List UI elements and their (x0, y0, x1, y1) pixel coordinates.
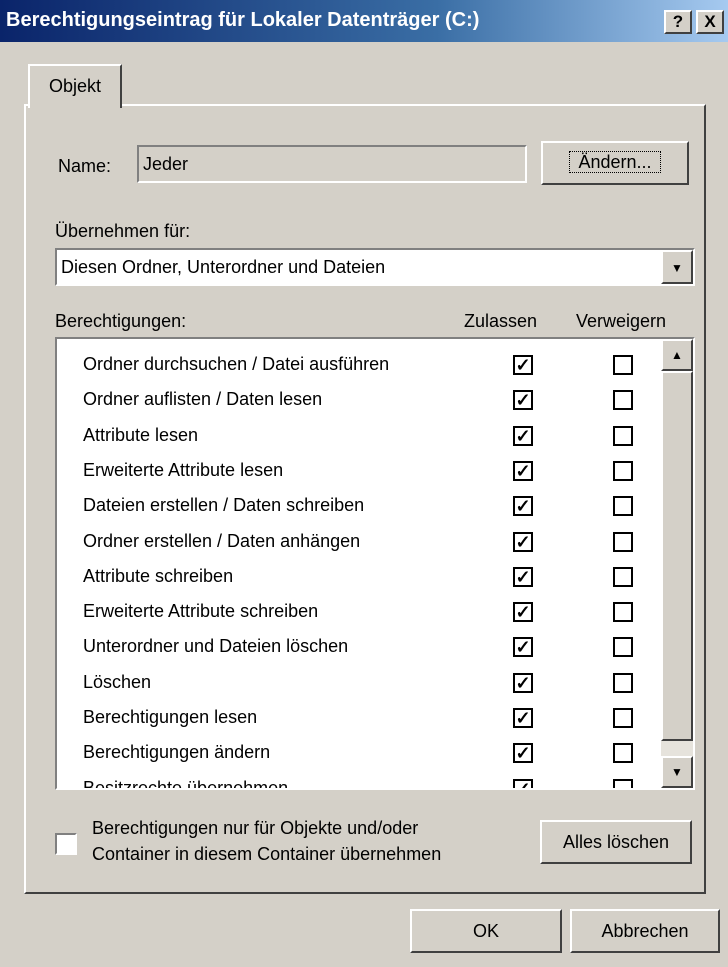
deny-checkbox[interactable] (613, 460, 633, 481)
dropdown-arrow-button[interactable]: ▼ (661, 250, 693, 284)
permission-name: Besitzrechte übernehmen (83, 777, 289, 790)
permission-name: Ordner erstellen / Daten anhängen (83, 530, 361, 551)
allow-checkbox[interactable]: ✓ (513, 672, 533, 693)
chevron-down-icon: ▼ (671, 261, 683, 275)
allow-checkbox[interactable]: ✓ (513, 602, 533, 623)
apply-to-select[interactable]: Diesen Ordner, Unterordner und Dateien ▼ (55, 248, 695, 286)
permission-row: Erweiterte Attribute lesen ✓ (57, 453, 657, 489)
close-button[interactable]: X (696, 10, 724, 34)
inherit-checkbox[interactable] (55, 833, 77, 855)
deny-checkbox[interactable] (613, 531, 633, 552)
chevron-down-icon: ▼ (671, 765, 683, 779)
deny-checkbox[interactable] (613, 496, 633, 517)
allow-checkbox[interactable]: ✓ (513, 566, 533, 587)
permission-name: Ordner durchsuchen / Datei ausführen (83, 354, 390, 374)
permission-row: Löschen ✓ (57, 665, 657, 701)
change-button-label: Ändern... (569, 151, 661, 173)
permission-name: Unterordner und Dateien löschen (83, 636, 349, 657)
permission-name: Löschen (83, 671, 152, 692)
scroll-down-button[interactable]: ▼ (661, 756, 693, 788)
permission-row: Besitzrechte übernehmen ✓ (57, 771, 657, 790)
allow-checkbox[interactable]: ✓ (513, 496, 533, 517)
allow-checkbox[interactable]: ✓ (513, 743, 533, 764)
allow-checkbox[interactable]: ✓ (513, 425, 533, 446)
name-field: Jeder (137, 145, 527, 183)
permission-name: Erweiterte Attribute lesen (83, 459, 284, 480)
permission-name: Attribute lesen (83, 424, 199, 445)
scroll-thumb[interactable] (661, 371, 693, 741)
deny-checkbox[interactable] (613, 566, 633, 587)
permission-name: Ordner auflisten / Daten lesen (83, 389, 323, 410)
allow-column-header: Zulassen (464, 311, 538, 331)
deny-checkbox[interactable] (613, 355, 633, 375)
deny-checkbox[interactable] (613, 602, 633, 623)
deny-checkbox[interactable] (613, 637, 633, 658)
permission-row: Dateien erstellen / Daten schreiben ✓ (57, 488, 657, 524)
allow-checkbox[interactable]: ✓ (513, 390, 533, 411)
permission-row: Berechtigungen lesen ✓ (57, 700, 657, 736)
scroll-up-button[interactable]: ▲ (661, 339, 693, 371)
inherit-label-line2: Container in diesem Container übernehmen (92, 844, 442, 864)
permissions-list[interactable]: Ordner durchsuchen / Datei ausführen ✓ Ord… (55, 337, 695, 790)
allow-checkbox[interactable]: ✓ (513, 355, 533, 375)
allow-checkbox[interactable]: ✓ (513, 531, 533, 552)
title-bar: Berechtigungseintrag für Lokaler Datentr… (0, 0, 728, 42)
deny-checkbox[interactable] (613, 672, 633, 693)
deny-checkbox[interactable] (613, 390, 633, 411)
permission-row: Attribute lesen ✓ (57, 418, 657, 454)
clear-all-button[interactable]: Alles löschen (540, 820, 692, 864)
chevron-up-icon: ▲ (671, 348, 683, 362)
apply-to-value: Diesen Ordner, Unterordner und Dateien (61, 257, 386, 277)
deny-checkbox[interactable] (613, 778, 633, 788)
permission-row: Ordner erstellen / Daten anhängen ✓ (57, 524, 657, 560)
tab-objekt[interactable]: Objekt (28, 64, 122, 108)
permission-name: Berechtigungen ändern (83, 742, 271, 763)
apply-to-label: Übernehmen für: (55, 221, 191, 241)
permission-name: Dateien erstellen / Daten schreiben (83, 495, 365, 516)
allow-checkbox[interactable]: ✓ (513, 778, 533, 788)
deny-checkbox[interactable] (613, 425, 633, 446)
permission-row: Ordner durchsuchen / Datei ausführen ✓ (57, 347, 657, 383)
permission-row: Erweiterte Attribute schreiben ✓ (57, 594, 657, 630)
window-title: Berechtigungseintrag für Lokaler Datentr… (6, 9, 480, 31)
permission-name: Berechtigungen lesen (83, 707, 258, 727)
permission-name: Erweiterte Attribute schreiben (83, 601, 319, 622)
allow-checkbox[interactable]: ✓ (513, 708, 533, 728)
scrollbar[interactable]: ▲ ▼ (661, 339, 693, 788)
permission-name: Attribute schreiben (83, 565, 234, 586)
deny-checkbox[interactable] (613, 743, 633, 764)
deny-column-header: Verweigern (576, 311, 667, 331)
inherit-label-line1: Berechtigungen nur für Objekte und/oder (92, 818, 419, 838)
permission-row: Unterordner und Dateien löschen ✓ (57, 629, 657, 665)
permission-row: Ordner auflisten / Daten lesen ✓ (57, 382, 657, 418)
permission-row: Berechtigungen ändern ✓ (57, 735, 657, 771)
name-label: Name: (58, 156, 112, 176)
allow-checkbox[interactable]: ✓ (513, 460, 533, 481)
allow-checkbox[interactable]: ✓ (513, 637, 533, 658)
change-button[interactable]: Ändern... (541, 141, 689, 185)
cancel-button[interactable]: Abbrechen (570, 909, 720, 953)
permissions-label: Berechtigungen: (55, 311, 187, 331)
help-button[interactable]: ? (664, 10, 692, 34)
ok-button[interactable]: OK (410, 909, 562, 953)
permission-row: Attribute schreiben ✓ (57, 559, 657, 595)
deny-checkbox[interactable] (613, 708, 633, 728)
